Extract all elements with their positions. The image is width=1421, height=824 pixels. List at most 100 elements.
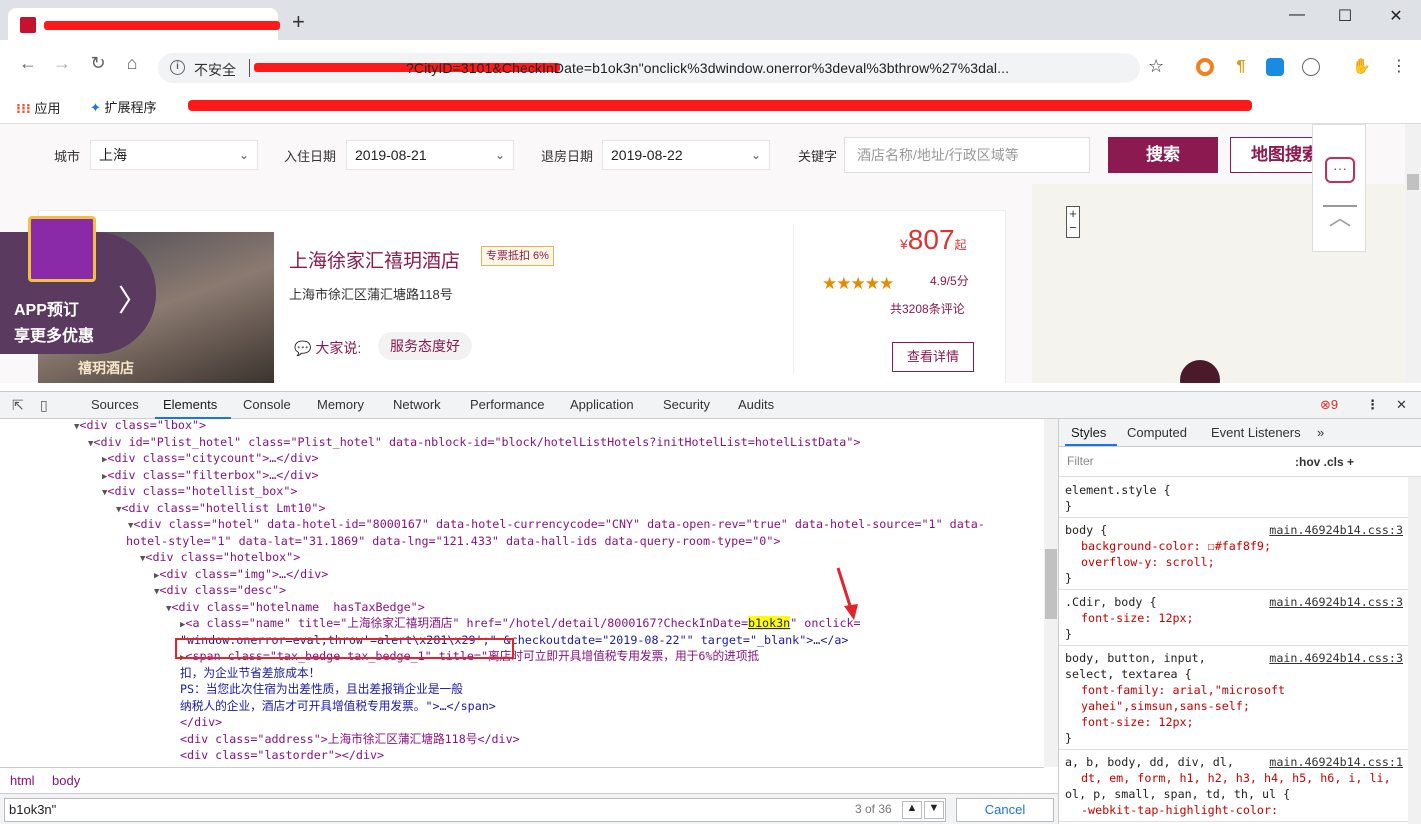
close-window-button[interactable]: ✕: [1381, 6, 1411, 26]
chevron-down-icon: ⌄: [238, 148, 249, 162]
hotel-name-link[interactable]: 上海徐家汇禧玥酒店: [289, 246, 460, 273]
devtools-menu-icon[interactable]: ⋮: [1366, 397, 1379, 413]
tab-console[interactable]: Console: [243, 397, 291, 412]
reload-icon[interactable]: ↻: [86, 53, 110, 74]
dom-line-text: hotel-style="1" data-lat="31.1869" data-…: [126, 533, 781, 548]
extension-globe-icon[interactable]: [1302, 58, 1320, 76]
tab-performance[interactable]: Performance: [470, 397, 544, 412]
dom-line[interactable]: PS：当您此次住宿为出差性质，且出差报销企业是一般: [180, 681, 463, 698]
review-tag-chip: 服务态度好: [378, 332, 472, 360]
rule-property: font-family: arial,"microsoft: [1081, 683, 1286, 697]
tab-elements[interactable]: Elements: [163, 397, 217, 412]
keyword-input[interactable]: 酒店名称/地址/行政区域等: [844, 137, 1090, 173]
rating-score: 4.9/5分: [930, 274, 969, 288]
dom-line-text: <div class="lastorder"></div>: [180, 748, 385, 762]
style-rule[interactable]: body, button, input, main.46924b14.css:3 s…: [1059, 647, 1409, 750]
style-rule[interactable]: a, b, body, dd, div, dl, main.46924b14.cs…: [1059, 751, 1409, 822]
new-tab-button[interactable]: +: [292, 11, 305, 33]
back-icon[interactable]: ←: [16, 53, 40, 74]
dom-line-text: <div class="hotel" data-hotel-id="800016…: [133, 517, 985, 531]
find-count: 3 of 36: [855, 802, 892, 816]
find-prev-icon[interactable]: ▲: [902, 801, 922, 819]
minimize-button[interactable]: —: [1282, 6, 1312, 24]
review-count-link[interactable]: 共3208条评论: [890, 300, 965, 317]
tab-security[interactable]: Security: [663, 397, 710, 412]
crumb-html[interactable]: html: [10, 773, 35, 788]
dom-line[interactable]: hotel-style="1" data-lat="31.1869" data-…: [126, 533, 780, 550]
rule-source-link[interactable]: main.46924b14.css:1: [1269, 754, 1403, 770]
inspect-element-icon[interactable]: ⇱: [12, 397, 24, 414]
style-rule[interactable]: element.style {}: [1059, 479, 1409, 518]
address-bar[interactable]: i 不安全 ?CityID=3101&CheckInDate=b1ok3n"on…: [158, 53, 1140, 83]
reviews-says: 💬 大家说:: [294, 338, 361, 358]
home-icon[interactable]: ⌂: [120, 53, 144, 74]
find-input[interactable]: b1ok3n": [4, 798, 946, 822]
extension-hand-icon[interactable]: ✋: [1352, 58, 1371, 76]
error-count[interactable]: ⊗9: [1320, 397, 1338, 413]
forward-icon[interactable]: →: [50, 53, 74, 74]
rule-source-link[interactable]: main.46924b14.css:3: [1269, 522, 1403, 538]
tab-event-listeners[interactable]: Event Listeners: [1211, 425, 1301, 440]
dom-line-text: <div class="img">…</div>: [159, 566, 329, 581]
styles-scrollbar[interactable]: [1408, 477, 1421, 824]
browser-tab[interactable]: [8, 8, 280, 40]
style-rule[interactable]: body {main.46924b14.css:3 background-colo…: [1059, 519, 1409, 590]
tab-application[interactable]: Application: [570, 397, 634, 412]
tab-styles[interactable]: Styles: [1071, 425, 1106, 440]
tab-network[interactable]: Network: [393, 397, 441, 412]
search-button[interactable]: 搜索: [1108, 137, 1218, 173]
page-scroll-thumb[interactable]: [1407, 174, 1419, 190]
chat-bubble-icon[interactable]: ···: [1325, 157, 1355, 183]
rule-property: }: [1065, 627, 1073, 641]
rule-source-link[interactable]: main.46924b14.css:3: [1269, 650, 1403, 666]
extension-paragraph-icon[interactable]: ¶: [1232, 58, 1250, 76]
page-scrollbar[interactable]: [1405, 124, 1421, 383]
app-promo-banner[interactable]: APP预订 享更多优惠 〉: [0, 216, 156, 354]
tab-sources[interactable]: Sources: [91, 397, 139, 412]
filter-tools[interactable]: :hov .cls +: [1295, 455, 1354, 469]
city-select[interactable]: 上海 ⌄: [90, 140, 258, 170]
tab-audits[interactable]: Audits: [738, 397, 774, 412]
dom-line-text: <div class="hotelbox">: [145, 550, 301, 564]
rule-property: }: [1065, 731, 1073, 745]
tab-more[interactable]: »: [1317, 425, 1324, 440]
map-zoom-control[interactable]: + −: [1066, 206, 1080, 238]
floating-toolbar: ··· ︿: [1312, 124, 1366, 252]
elements-scroll-thumb[interactable]: [1045, 549, 1057, 619]
checkin-select[interactable]: 2019-08-21 ⌄: [346, 140, 514, 170]
dom-line[interactable]: <div class="lastorder"></div>: [180, 747, 384, 764]
tab-memory[interactable]: Memory: [317, 397, 364, 412]
dom-line-text: <div class="hotellist_box">: [107, 484, 298, 498]
redacted-bookmarks: [188, 100, 1252, 111]
crumb-body[interactable]: body: [52, 773, 80, 788]
find-next-icon[interactable]: ▼: [924, 801, 944, 819]
checkout-select[interactable]: 2019-08-22 ⌄: [602, 140, 770, 170]
style-rule[interactable]: .Cdir, body {main.46924b14.css:3 font-siz…: [1059, 591, 1409, 646]
menu-kebab-icon[interactable]: ⋮: [1390, 58, 1408, 76]
bookmark-apps[interactable]: ⁝⁝⁝ 应用: [16, 98, 60, 117]
elements-tree[interactable]: ▼<div class="lbox"> ▼<div id="Plist_hotel…: [0, 419, 1044, 767]
bookmark-star-icon[interactable]: ☆: [1148, 56, 1164, 77]
url-text: ?CityID=3101&CheckInDate=b1ok3n"onclick%…: [406, 60, 1010, 76]
elements-scrollbar[interactable]: [1044, 419, 1058, 767]
find-cancel-button[interactable]: Cancel: [956, 798, 1054, 822]
rule-source-link[interactable]: main.46924b14.css:3: [1269, 594, 1403, 610]
view-details-button[interactable]: 查看详情: [892, 342, 974, 372]
styles-tab-underline: [1065, 444, 1117, 446]
maximize-button[interactable]: ☐: [1330, 6, 1360, 26]
info-icon[interactable]: i: [170, 60, 185, 75]
dom-line[interactable]: 扣，为企业节省差旅成本！: [180, 665, 320, 682]
dom-line[interactable]: </div>: [180, 714, 222, 731]
rule-property: }: [1065, 571, 1073, 585]
styles-filter-input[interactable]: Filter: [1059, 451, 1281, 473]
dom-line[interactable]: <div class="address">上海市徐汇区蒲汇塘路118号</div…: [180, 731, 520, 748]
tab-computed[interactable]: Computed: [1127, 425, 1187, 440]
device-toggle-icon[interactable]: ▯: [40, 397, 48, 414]
dom-line[interactable]: 纳税人的企业，酒店才可开具增值税专用发票。">…</span>: [180, 698, 496, 715]
back-to-top-icon[interactable]: ︿: [1323, 205, 1357, 235]
bookmark-extensions[interactable]: ✦ 扩展程序: [90, 97, 157, 116]
annotation-red-box: [175, 638, 514, 659]
close-devtools-icon[interactable]: ✕: [1396, 397, 1407, 413]
extension-badge-icon[interactable]: [1266, 58, 1284, 76]
extension-circle-icon[interactable]: [1196, 58, 1214, 76]
